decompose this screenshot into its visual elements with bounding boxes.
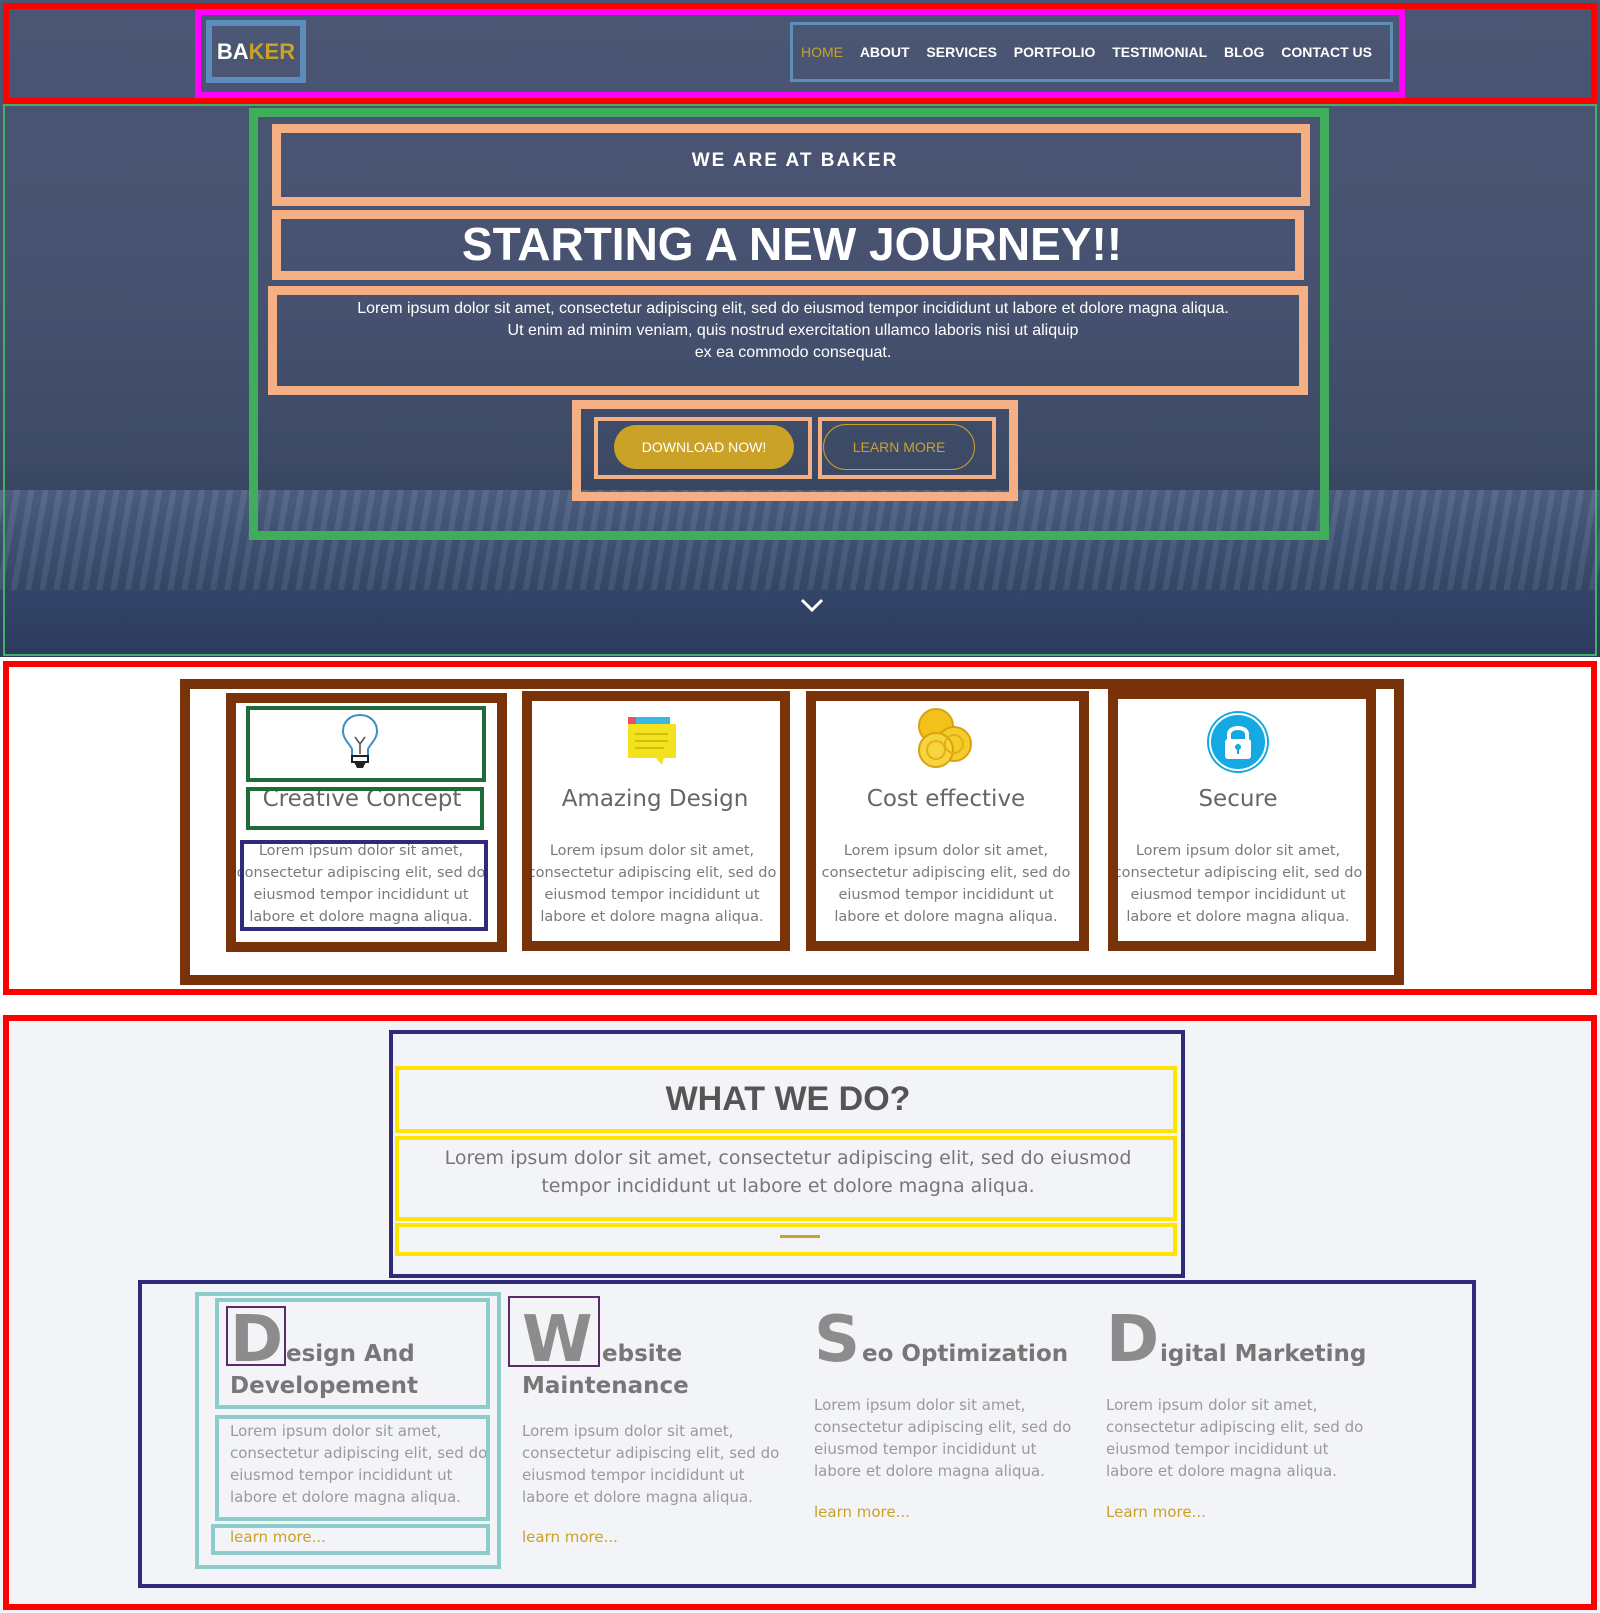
logo[interactable]: BA KER (206, 20, 306, 83)
feature-text-line: eiusmod tempor incididunt ut (544, 887, 760, 903)
learn-more-link[interactable]: learn more... (522, 1528, 618, 1546)
service-text-line: labore et dolore magna aliqua. (1106, 1462, 1337, 1480)
service-text-line: Lorem ipsum dolor sit amet, (230, 1422, 442, 1440)
service-text-line: consectetur adipiscing elit, sed do (230, 1444, 488, 1462)
sticky-note-icon (628, 717, 676, 765)
service-text-line: Lorem ipsum dolor sit amet, (522, 1422, 734, 1440)
feature-text-line: labore et dolore magna aliqua. (540, 909, 764, 925)
service-initial-letter: D (1106, 1303, 1160, 1377)
learn-more-link[interactable]: Learn more... (1106, 1503, 1206, 1521)
hero-intro-line: ex ea commodo consequat. (694, 344, 892, 361)
service-text: Lorem ipsum dolor sit amet, consectetur … (814, 1394, 1084, 1482)
service-title-line2: Developement (230, 1373, 418, 1399)
feature-text-line: labore et dolore magna aliqua. (834, 909, 1058, 925)
service-text-line: eiusmod tempor incididunt ut (522, 1466, 745, 1484)
service-text-line: eiusmod tempor incididunt ut (1106, 1440, 1329, 1458)
feature-text-line: eiusmod tempor incididunt ut (253, 887, 469, 903)
chevron-down-icon[interactable] (798, 594, 826, 618)
service-text-line: consectetur adipiscing elit, sed do (1106, 1418, 1364, 1436)
logo-text-part2: KER (248, 38, 296, 64)
section-subtitle-line: tempor incididunt ut labore et dolore ma… (541, 1175, 1035, 1197)
main-nav: HOME ABOUT SERVICES PORTFOLIO TESTIMONIA… (790, 22, 1392, 82)
feature-text: Lorem ipsum dolor sit amet, consectetur … (520, 840, 784, 928)
service-initial-letter: W (522, 1303, 593, 1377)
feature-text-line: Lorem ipsum dolor sit amet, (1135, 843, 1341, 859)
service-text-line: Lorem ipsum dolor sit amet, (814, 1396, 1026, 1414)
section-subtitle: Lorem ipsum dolor sit amet, consectetur … (400, 1138, 1176, 1218)
feature-text-line: consectetur adipiscing elit, sed do (236, 865, 486, 881)
nav-about[interactable]: ABOUT (860, 44, 910, 60)
hero-intro: Lorem ipsum dolor sit amet, consectetur … (278, 292, 1308, 388)
service-text: Lorem ipsum dolor sit amet, consectetur … (522, 1420, 792, 1508)
nav-contact[interactable]: CONTACT US (1281, 44, 1372, 60)
feature-text-line: consectetur adipiscing elit, sed do (527, 865, 777, 881)
service-text-line: eiusmod tempor incididunt ut (814, 1440, 1037, 1458)
hero-intro-line: Lorem ipsum dolor sit amet, consectetur … (357, 300, 1229, 317)
feature-text: Lorem ipsum dolor sit amet, consectetur … (812, 840, 1080, 928)
service-text-line: consectetur adipiscing elit, sed do (522, 1444, 780, 1462)
service-text-line: Lorem ipsum dolor sit amet, (1106, 1396, 1318, 1414)
feature-title: Amazing Design (561, 786, 749, 812)
service-title: ebsite (602, 1341, 683, 1367)
features-section (0, 660, 1600, 994)
learn-more-link[interactable]: learn more... (814, 1503, 910, 1521)
feature-text-line: consectetur adipiscing elit, sed do (821, 865, 1071, 881)
feature-text-line: eiusmod tempor incididunt ut (838, 887, 1054, 903)
hero-eyebrow: WE ARE AT BAKER (691, 150, 899, 171)
nav-services[interactable]: SERVICES (926, 44, 997, 60)
service-text-line: consectetur adipiscing elit, sed do (814, 1418, 1072, 1436)
feature-text-line: Lorem ipsum dolor sit amet, (549, 843, 755, 859)
section-title: WHAT WE DO? (665, 1079, 911, 1118)
service-text-line: labore et dolore magna aliqua. (814, 1462, 1045, 1480)
learn-more-link[interactable]: learn more... (230, 1528, 326, 1546)
nav-home[interactable]: HOME (801, 44, 843, 60)
service-text-line: labore et dolore magna aliqua. (230, 1488, 461, 1506)
hero-intro-line: Ut enim ad minim veniam, quis nostrud ex… (507, 322, 1079, 339)
learn-more-button[interactable]: LEARN MORE (823, 424, 975, 470)
feature-text: Lorem ipsum dolor sit amet, consectetur … (1106, 840, 1370, 928)
nav-testimonial[interactable]: TESTIMONIAL (1112, 44, 1207, 60)
service-initial-letter: D (230, 1303, 284, 1377)
section-divider (780, 1235, 820, 1238)
feature-text-line: consectetur adipiscing elit, sed do (1113, 865, 1363, 881)
service-title: eo Optimization (862, 1341, 1069, 1367)
nav-portfolio[interactable]: PORTFOLIO (1014, 44, 1096, 60)
logo-text-part1: BA (216, 38, 249, 64)
feature-title: Creative Concept (262, 786, 462, 812)
nav-blog[interactable]: BLOG (1224, 44, 1264, 60)
feature-text-line: labore et dolore magna aliqua. (1126, 909, 1350, 925)
download-now-button[interactable]: DOWNLOAD NOW! (614, 425, 794, 469)
service-initial-letter: S (814, 1303, 861, 1377)
service-title-line2: Maintenance (522, 1373, 689, 1399)
feature-text-line: Lorem ipsum dolor sit amet, (258, 843, 464, 859)
feature-title: Secure (1198, 786, 1278, 812)
hero-headline: STARTING A NEW JOURNEY!! (461, 217, 1123, 270)
service-text: Lorem ipsum dolor sit amet, consectetur … (1106, 1394, 1376, 1482)
service-text: Lorem ipsum dolor sit amet, consectetur … (230, 1420, 500, 1508)
section-subtitle-line: Lorem ipsum dolor sit amet, consectetur … (444, 1147, 1132, 1169)
service-text-line: eiusmod tempor incididunt ut (230, 1466, 453, 1484)
service-title: igital Marketing (1160, 1341, 1367, 1367)
feature-text: Lorem ipsum dolor sit amet, consectetur … (230, 840, 492, 928)
service-title: esign And (286, 1341, 415, 1367)
coins-icon (918, 708, 972, 768)
feature-title: Cost effective (866, 786, 1026, 812)
feature-text-line: Lorem ipsum dolor sit amet, (843, 843, 1049, 859)
service-text-line: labore et dolore magna aliqua. (522, 1488, 753, 1506)
feature-text-line: labore et dolore magna aliqua. (249, 909, 473, 925)
lightbulb-icon (341, 713, 379, 768)
feature-text-line: eiusmod tempor incididunt ut (1130, 887, 1346, 903)
lock-icon (1207, 711, 1269, 773)
